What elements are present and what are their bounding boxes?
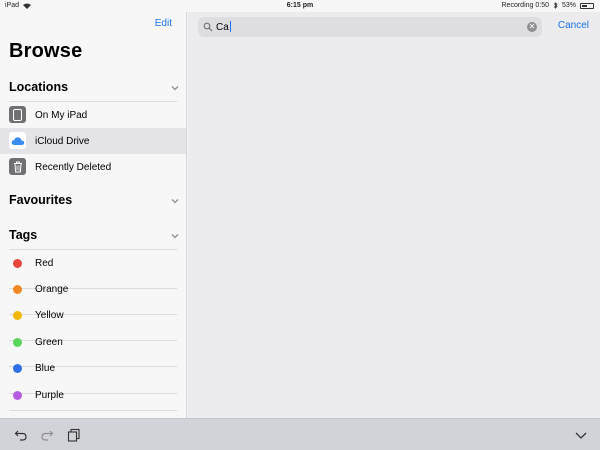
- tag-item-green[interactable]: Green: [0, 329, 186, 355]
- chevron-down-icon[interactable]: [170, 195, 180, 205]
- recording-indicator: Recording 0:50: [501, 2, 549, 9]
- locations-header[interactable]: Locations: [9, 78, 180, 96]
- search-field[interactable]: Ca ✕: [198, 17, 542, 37]
- locations-header-label: Locations: [9, 80, 69, 94]
- tag-item-yellow[interactable]: Yellow: [0, 302, 186, 328]
- sidebar-item-label: On My iPad: [35, 109, 88, 121]
- chevron-down-icon[interactable]: [170, 230, 180, 240]
- battery-percent: 53%: [561, 2, 576, 9]
- tag-label: Yellow: [35, 309, 64, 321]
- sidebar: Edit Browse Locations On My iPad iCloud …: [0, 12, 187, 418]
- orange-tag-dot-icon: [13, 285, 22, 294]
- ipad-icon: [9, 106, 26, 123]
- tags-header-label: Tags: [9, 228, 38, 242]
- sidebar-item-label: Recently Deleted: [35, 161, 112, 173]
- green-tag-dot-icon: [13, 338, 22, 347]
- tag-item-purple[interactable]: Purple: [0, 382, 186, 408]
- sidebar-item-icloud-drive[interactable]: iCloud Drive: [0, 128, 186, 154]
- sidebar-item-recently-deleted[interactable]: Recently Deleted: [0, 154, 186, 180]
- yellow-tag-dot-icon: [13, 311, 22, 320]
- status-bar: iPad 6:15 pm Recording 0:50 53%: [0, 0, 600, 12]
- tag-label: Red: [35, 257, 54, 269]
- paste-icon[interactable]: [67, 428, 81, 442]
- tag-label: Blue: [35, 362, 56, 374]
- divider: [9, 410, 177, 411]
- tag-item-red[interactable]: Red: [0, 250, 186, 276]
- chevron-down-icon[interactable]: [170, 82, 180, 92]
- battery-icon: [580, 2, 594, 9]
- red-tag-dot-icon: [13, 259, 22, 268]
- trash-icon: [9, 158, 26, 175]
- favourites-header-label: Favourites: [9, 193, 73, 207]
- page-title: Browse: [9, 40, 83, 62]
- keyboard-dismiss-icon[interactable]: [574, 428, 588, 442]
- tags-header[interactable]: Tags: [9, 226, 180, 244]
- search-query-text: Ca: [216, 22, 229, 33]
- tag-label: Purple: [35, 389, 64, 401]
- text-cursor: [229, 21, 232, 32]
- purple-tag-dot-icon: [13, 391, 22, 400]
- search-icon: [203, 22, 213, 32]
- keyboard-shortcut-bar: [0, 418, 600, 450]
- undo-icon[interactable]: [14, 428, 28, 442]
- sidebar-item-label: iCloud Drive: [35, 135, 90, 147]
- blue-tag-dot-icon: [13, 364, 22, 373]
- favourites-header[interactable]: Favourites: [9, 191, 180, 209]
- search-input[interactable]: Ca: [216, 21, 232, 33]
- sidebar-item-on-my-ipad[interactable]: On My iPad: [0, 102, 186, 128]
- clear-search-icon[interactable]: ✕: [527, 22, 537, 32]
- edit-button[interactable]: Edit: [155, 18, 172, 29]
- cancel-button[interactable]: Cancel: [558, 20, 589, 31]
- tag-label: Green: [35, 336, 63, 348]
- tag-item-orange[interactable]: Orange: [0, 276, 186, 302]
- icloud-icon: [9, 132, 26, 149]
- tag-label: Orange: [35, 283, 69, 295]
- redo-icon[interactable]: [40, 428, 54, 442]
- main-content: Ca ✕ Cancel: [188, 12, 600, 418]
- bluetooth-icon: [553, 2, 558, 9]
- tag-item-blue[interactable]: Blue: [0, 355, 186, 381]
